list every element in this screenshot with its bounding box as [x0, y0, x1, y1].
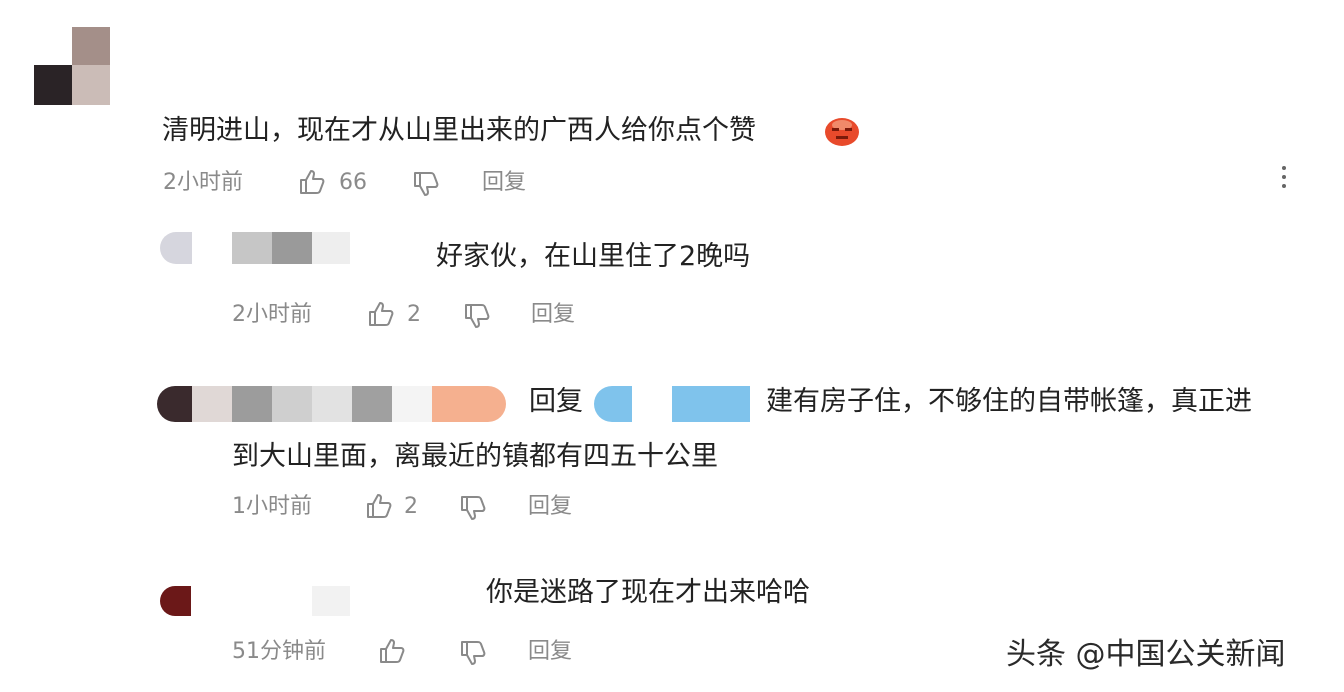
thumbs-up-icon[interactable] — [365, 492, 393, 520]
reply-time: 2小时前 — [232, 302, 312, 327]
thumbs-down-icon[interactable] — [412, 170, 440, 198]
watermark-text: 头条 @中国公关新闻 — [1006, 637, 1286, 672]
reply-button[interactable]: 回复 — [482, 172, 526, 194]
like-count: 2 — [407, 302, 421, 327]
reply-text-line1: 建有房子住，不够住的自带帐篷，真正进 — [766, 386, 1252, 417]
reply-text-line2: 到大山里面，离最近的镇都有四五十公里 — [232, 441, 718, 472]
comment-time: 2小时前 — [163, 170, 243, 195]
thumbs-up-icon[interactable] — [378, 637, 406, 665]
thumbs-up-icon[interactable] — [298, 168, 326, 196]
like-count: 66 — [339, 170, 367, 195]
reply-button[interactable]: 回复 — [528, 641, 572, 663]
thumbs-down-icon[interactable] — [459, 494, 487, 522]
comment-text: 清明进山，现在才从山里出来的广西人给你点个赞 — [162, 115, 756, 146]
like-count: 2 — [404, 494, 418, 519]
reply-prefix-label: 回复 — [529, 386, 583, 417]
thumbs-up-icon[interactable] — [367, 300, 395, 328]
more-options-icon[interactable] — [1281, 164, 1287, 192]
reply-text: 你是迷路了现在才出来哈哈 — [486, 577, 810, 608]
reply-text: 好家伙，在山里住了2晚吗 — [436, 241, 751, 272]
reply-time: 1小时前 — [232, 494, 312, 519]
reply-button[interactable]: 回复 — [531, 304, 575, 326]
angry-emoji-icon — [823, 113, 861, 147]
reply-time: 51分钟前 — [232, 639, 326, 664]
reply-button[interactable]: 回复 — [528, 496, 572, 518]
thumbs-down-icon[interactable] — [459, 639, 487, 667]
thumbs-down-icon[interactable] — [463, 302, 491, 330]
